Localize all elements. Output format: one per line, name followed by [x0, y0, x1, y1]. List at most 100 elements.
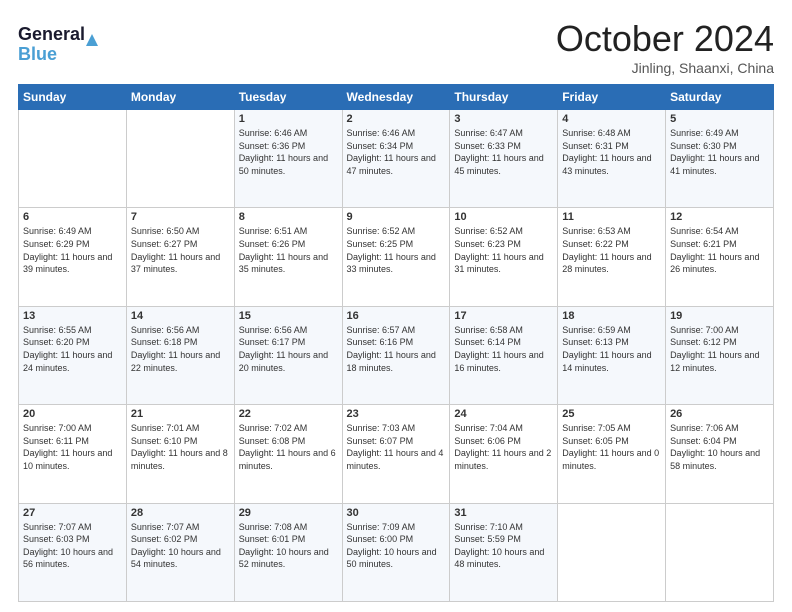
svg-text:Blue: Blue	[18, 44, 57, 64]
day-number: 16	[347, 310, 446, 322]
day-number: 13	[23, 310, 122, 322]
day-number: 17	[454, 310, 553, 322]
day-detail: Sunrise: 6:47 AM Sunset: 6:33 PM Dayligh…	[454, 127, 553, 177]
day-number: 6	[23, 211, 122, 223]
page: General Blue October 2024 Jinling, Shaan…	[0, 0, 792, 612]
day-number: 3	[454, 113, 553, 125]
day-cell	[558, 503, 666, 601]
week-row-3: 13 Sunrise: 6:55 AM Sunset: 6:20 PM Dayli…	[19, 306, 774, 404]
day-detail: Sunrise: 7:03 AM Sunset: 6:07 PM Dayligh…	[347, 422, 446, 472]
day-detail: Sunrise: 6:59 AM Sunset: 6:13 PM Dayligh…	[562, 324, 661, 374]
day-detail: Sunrise: 6:46 AM Sunset: 6:36 PM Dayligh…	[239, 127, 338, 177]
day-cell: 21 Sunrise: 7:01 AM Sunset: 6:10 PM Dayli…	[126, 405, 234, 503]
day-detail: Sunrise: 6:55 AM Sunset: 6:20 PM Dayligh…	[23, 324, 122, 374]
day-cell: 4 Sunrise: 6:48 AM Sunset: 6:31 PM Daylig…	[558, 110, 666, 208]
day-number: 21	[131, 408, 230, 420]
day-cell: 9Sunrise: 6:52 AM Sunset: 6:25 PM Daylig…	[342, 208, 450, 306]
header-wednesday: Wednesday	[342, 85, 450, 110]
day-number: 26	[670, 408, 769, 420]
day-cell: 23 Sunrise: 7:03 AM Sunset: 6:07 PM Dayli…	[342, 405, 450, 503]
day-cell: 30Sunrise: 7:09 AM Sunset: 6:00 PM Dayli…	[342, 503, 450, 601]
day-number: 7	[131, 211, 230, 223]
weekday-header-row: Sunday Monday Tuesday Wednesday Thursday…	[19, 85, 774, 110]
logo-icon: General Blue	[18, 18, 108, 68]
day-cell: 22 Sunrise: 7:02 AM Sunset: 6:08 PM Dayli…	[234, 405, 342, 503]
day-number: 4	[562, 113, 661, 125]
week-row-5: 27 Sunrise: 7:07 AM Sunset: 6:03 PM Dayli…	[19, 503, 774, 601]
day-cell: 3 Sunrise: 6:47 AM Sunset: 6:33 PM Daylig…	[450, 110, 558, 208]
day-detail: Sunrise: 7:01 AM Sunset: 6:10 PM Dayligh…	[131, 422, 230, 472]
header: General Blue October 2024 Jinling, Shaan…	[18, 18, 774, 76]
header-saturday: Saturday	[666, 85, 774, 110]
day-number: 18	[562, 310, 661, 322]
day-cell: 5 Sunrise: 6:49 AM Sunset: 6:30 PM Daylig…	[666, 110, 774, 208]
day-number: 20	[23, 408, 122, 420]
header-tuesday: Tuesday	[234, 85, 342, 110]
day-detail: Sunrise: 7:00 AM Sunset: 6:11 PM Dayligh…	[23, 422, 122, 472]
day-detail: Sunrise: 6:50 AM Sunset: 6:27 PM Dayligh…	[131, 225, 230, 275]
day-number: 23	[347, 408, 446, 420]
day-cell: 15 Sunrise: 6:56 AM Sunset: 6:17 PM Dayli…	[234, 306, 342, 404]
day-number: 10	[454, 211, 553, 223]
location: Jinling, Shaanxi, China	[556, 60, 774, 76]
header-monday: Monday	[126, 85, 234, 110]
day-detail: Sunrise: 7:05 AM Sunset: 6:05 PM Dayligh…	[562, 422, 661, 472]
day-number: 31	[454, 507, 553, 519]
day-detail: Sunrise: 6:52 AM Sunset: 6:23 PM Dayligh…	[454, 225, 553, 275]
day-detail: Sunrise: 7:04 AM Sunset: 6:06 PM Dayligh…	[454, 422, 553, 472]
week-row-4: 20 Sunrise: 7:00 AM Sunset: 6:11 PM Dayli…	[19, 405, 774, 503]
calendar-body: 1 Sunrise: 6:46 AM Sunset: 6:36 PM Daylig…	[19, 110, 774, 602]
day-cell: 25 Sunrise: 7:05 AM Sunset: 6:05 PM Dayli…	[558, 405, 666, 503]
day-detail: Sunrise: 6:52 AM Sunset: 6:25 PM Dayligh…	[347, 225, 446, 275]
calendar-table: Sunday Monday Tuesday Wednesday Thursday…	[18, 84, 774, 602]
day-number: 22	[239, 408, 338, 420]
day-number: 30	[347, 507, 446, 519]
day-number: 24	[454, 408, 553, 420]
day-detail: Sunrise: 7:06 AM Sunset: 6:04 PM Dayligh…	[670, 422, 769, 472]
day-cell: 16Sunrise: 6:57 AM Sunset: 6:16 PM Dayli…	[342, 306, 450, 404]
day-detail: Sunrise: 7:10 AM Sunset: 5:59 PM Dayligh…	[454, 521, 553, 571]
day-cell: 17 Sunrise: 6:58 AM Sunset: 6:14 PM Dayli…	[450, 306, 558, 404]
day-number: 27	[23, 507, 122, 519]
day-cell: 10 Sunrise: 6:52 AM Sunset: 6:23 PM Dayli…	[450, 208, 558, 306]
day-detail: Sunrise: 7:02 AM Sunset: 6:08 PM Dayligh…	[239, 422, 338, 472]
day-number: 28	[131, 507, 230, 519]
day-detail: Sunrise: 6:49 AM Sunset: 6:30 PM Dayligh…	[670, 127, 769, 177]
day-cell: 19 Sunrise: 7:00 AM Sunset: 6:12 PM Dayli…	[666, 306, 774, 404]
day-number: 1	[239, 113, 338, 125]
header-thursday: Thursday	[450, 85, 558, 110]
day-cell: 18 Sunrise: 6:59 AM Sunset: 6:13 PM Dayli…	[558, 306, 666, 404]
day-cell: 12Sunrise: 6:54 AM Sunset: 6:21 PM Dayli…	[666, 208, 774, 306]
title-area: October 2024 Jinling, Shaanxi, China	[556, 18, 774, 76]
svg-text:General: General	[18, 24, 85, 44]
day-cell: 14 Sunrise: 6:56 AM Sunset: 6:18 PM Dayli…	[126, 306, 234, 404]
day-number: 11	[562, 211, 661, 223]
day-cell: 6 Sunrise: 6:49 AM Sunset: 6:29 PM Daylig…	[19, 208, 127, 306]
day-cell: 28Sunrise: 7:07 AM Sunset: 6:02 PM Dayli…	[126, 503, 234, 601]
day-number: 5	[670, 113, 769, 125]
day-cell: 27 Sunrise: 7:07 AM Sunset: 6:03 PM Dayli…	[19, 503, 127, 601]
day-number: 25	[562, 408, 661, 420]
day-detail: Sunrise: 6:58 AM Sunset: 6:14 PM Dayligh…	[454, 324, 553, 374]
day-cell: 1 Sunrise: 6:46 AM Sunset: 6:36 PM Daylig…	[234, 110, 342, 208]
day-cell	[19, 110, 127, 208]
day-cell: 31 Sunrise: 7:10 AM Sunset: 5:59 PM Dayli…	[450, 503, 558, 601]
day-number: 29	[239, 507, 338, 519]
week-row-2: 6 Sunrise: 6:49 AM Sunset: 6:29 PM Daylig…	[19, 208, 774, 306]
day-detail: Sunrise: 6:49 AM Sunset: 6:29 PM Dayligh…	[23, 225, 122, 275]
logo: General Blue	[18, 18, 108, 68]
day-cell: 26 Sunrise: 7:06 AM Sunset: 6:04 PM Dayli…	[666, 405, 774, 503]
day-detail: Sunrise: 6:53 AM Sunset: 6:22 PM Dayligh…	[562, 225, 661, 275]
day-cell: 20 Sunrise: 7:00 AM Sunset: 6:11 PM Dayli…	[19, 405, 127, 503]
day-detail: Sunrise: 6:56 AM Sunset: 6:17 PM Dayligh…	[239, 324, 338, 374]
day-number: 14	[131, 310, 230, 322]
day-detail: Sunrise: 6:48 AM Sunset: 6:31 PM Dayligh…	[562, 127, 661, 177]
day-number: 2	[347, 113, 446, 125]
day-cell: 29Sunrise: 7:08 AM Sunset: 6:01 PM Dayli…	[234, 503, 342, 601]
day-cell	[666, 503, 774, 601]
day-number: 15	[239, 310, 338, 322]
day-number: 19	[670, 310, 769, 322]
day-detail: Sunrise: 7:07 AM Sunset: 6:03 PM Dayligh…	[23, 521, 122, 571]
day-detail: Sunrise: 6:56 AM Sunset: 6:18 PM Dayligh…	[131, 324, 230, 374]
day-detail: Sunrise: 7:00 AM Sunset: 6:12 PM Dayligh…	[670, 324, 769, 374]
